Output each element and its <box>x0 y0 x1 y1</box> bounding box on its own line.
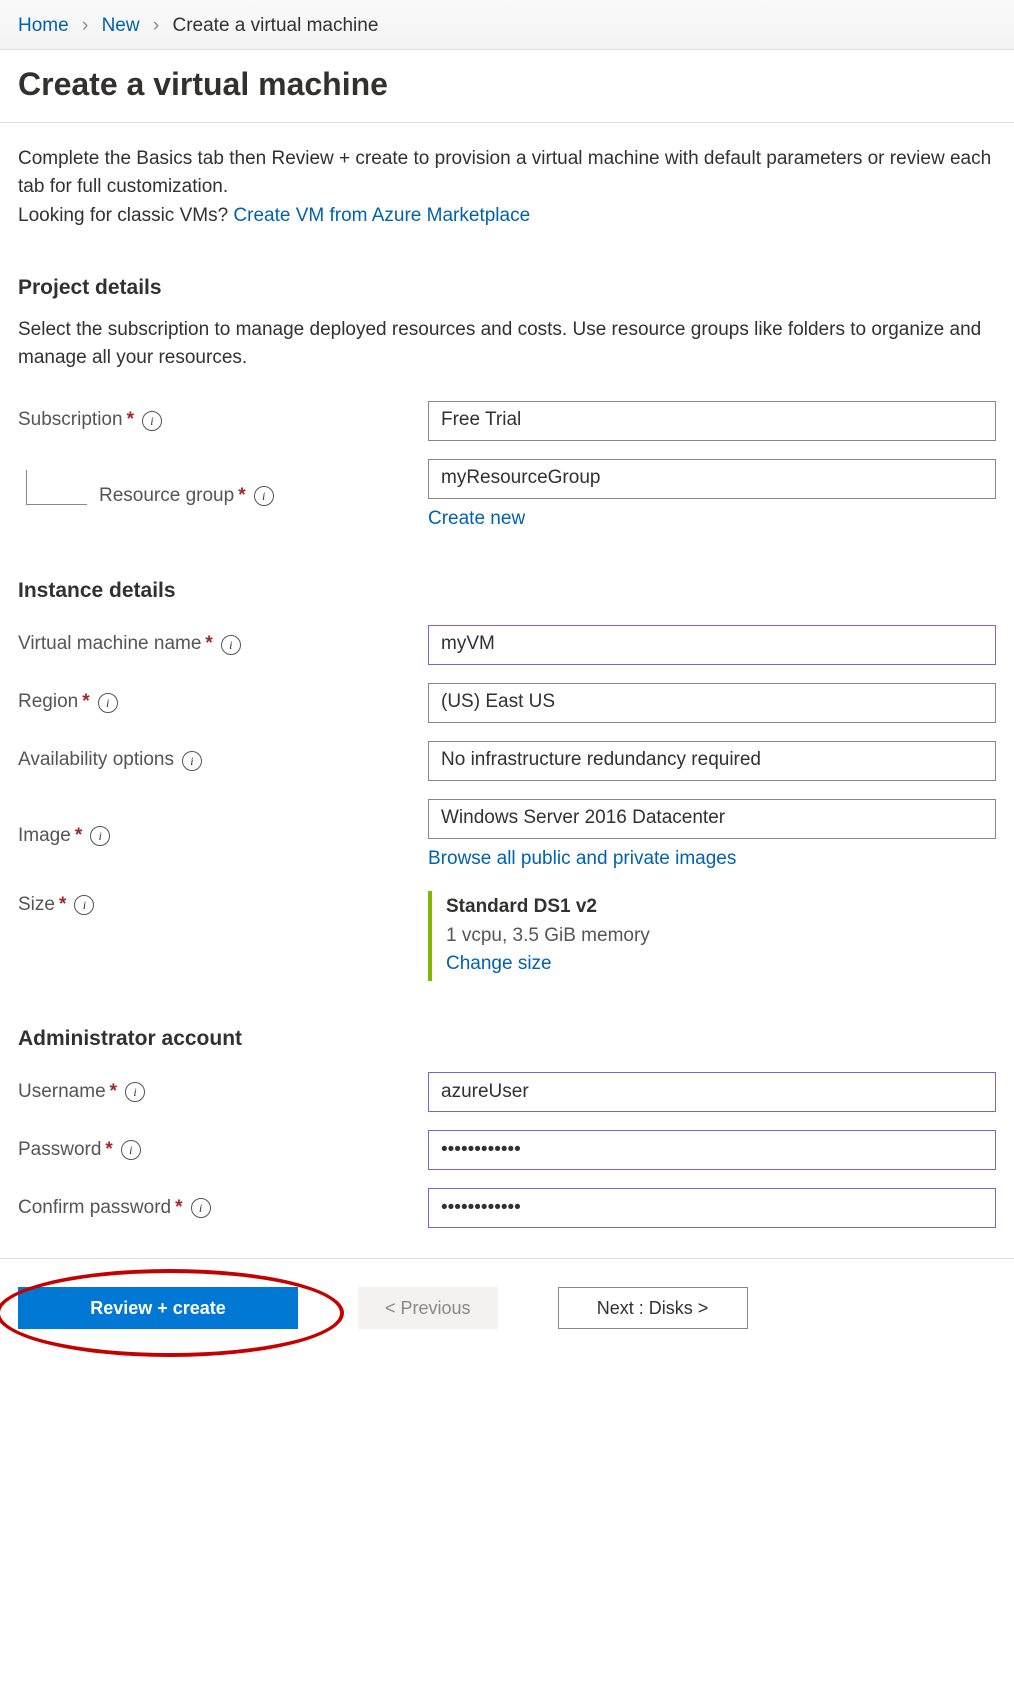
info-icon[interactable]: i <box>182 751 202 771</box>
info-icon[interactable]: i <box>121 1140 141 1160</box>
resource-group-select[interactable]: myResourceGroup <box>428 459 996 499</box>
browse-images-link[interactable]: Browse all public and private images <box>428 848 736 869</box>
confirm-password-input[interactable]: •••••••••••• <box>428 1188 996 1228</box>
confirm-password-label: Confirm password <box>18 1194 171 1223</box>
project-details-heading: Project details <box>18 272 996 304</box>
info-icon[interactable]: i <box>191 1198 211 1218</box>
info-icon[interactable]: i <box>98 693 118 713</box>
project-details-desc: Select the subscription to manage deploy… <box>18 316 996 373</box>
vm-name-input[interactable]: myVM <box>428 625 996 665</box>
required-indicator: * <box>82 688 89 717</box>
availability-select[interactable]: No infrastructure redundancy required <box>428 741 996 781</box>
size-display: Standard DS1 v2 1 vcpu, 3.5 GiB memory C… <box>428 891 996 981</box>
subscription-label: Subscription <box>18 406 123 435</box>
required-indicator: * <box>75 822 82 851</box>
previous-button[interactable]: < Previous <box>358 1287 498 1329</box>
resource-group-label: Resource group <box>99 482 234 511</box>
create-new-resource-group-link[interactable]: Create new <box>428 508 525 529</box>
info-icon[interactable]: i <box>74 895 94 915</box>
breadcrumb: Home › New › Create a virtual machine <box>0 0 1014 50</box>
required-indicator: * <box>59 891 66 920</box>
image-label: Image <box>18 822 71 851</box>
required-indicator: * <box>127 406 134 435</box>
next-disks-button[interactable]: Next : Disks > <box>558 1287 748 1329</box>
info-icon[interactable]: i <box>142 411 162 431</box>
tree-line-icon <box>26 470 87 505</box>
password-label: Password <box>18 1136 101 1165</box>
chevron-right-icon: › <box>153 15 159 36</box>
info-icon[interactable]: i <box>90 826 110 846</box>
breadcrumb-home[interactable]: Home <box>18 15 69 36</box>
subscription-select[interactable]: Free Trial <box>428 401 996 441</box>
classic-vm-prompt: Looking for classic VMs? <box>18 205 233 226</box>
create-vm-marketplace-link[interactable]: Create VM from Azure Marketplace <box>233 205 530 226</box>
region-label: Region <box>18 688 78 717</box>
instance-details-heading: Instance details <box>18 575 996 607</box>
region-select[interactable]: (US) East US <box>428 683 996 723</box>
chevron-right-icon: › <box>82 15 88 36</box>
change-size-link[interactable]: Change size <box>446 953 552 974</box>
intro-text: Complete the Basics tab then Review + cr… <box>18 145 996 231</box>
intro-customization: Complete the Basics tab then Review + cr… <box>18 145 996 202</box>
page-title-bar: Create a virtual machine <box>0 50 1014 123</box>
required-indicator: * <box>105 1136 112 1165</box>
breadcrumb-current: Create a virtual machine <box>172 15 378 36</box>
info-icon[interactable]: i <box>221 635 241 655</box>
required-indicator: * <box>238 482 245 511</box>
availability-label: Availability options <box>18 746 174 775</box>
image-select[interactable]: Windows Server 2016 Datacenter <box>428 799 996 839</box>
username-input[interactable]: azureUser <box>428 1072 996 1112</box>
size-label: Size <box>18 891 55 920</box>
required-indicator: * <box>110 1078 117 1107</box>
required-indicator: * <box>205 630 212 659</box>
info-icon[interactable]: i <box>125 1082 145 1102</box>
info-icon[interactable]: i <box>254 486 274 506</box>
admin-account-heading: Administrator account <box>18 1023 996 1055</box>
required-indicator: * <box>175 1194 182 1223</box>
footer-actions: Review + create < Previous Next : Disks … <box>0 1259 1014 1369</box>
size-desc: 1 vcpu, 3.5 GiB memory <box>446 922 996 951</box>
size-name: Standard DS1 v2 <box>446 893 996 922</box>
vm-name-label: Virtual machine name <box>18 630 201 659</box>
breadcrumb-new[interactable]: New <box>102 15 140 36</box>
review-create-button[interactable]: Review + create <box>18 1287 298 1329</box>
password-input[interactable]: •••••••••••• <box>428 1130 996 1170</box>
username-label: Username <box>18 1078 106 1107</box>
page-title: Create a virtual machine <box>18 60 996 108</box>
